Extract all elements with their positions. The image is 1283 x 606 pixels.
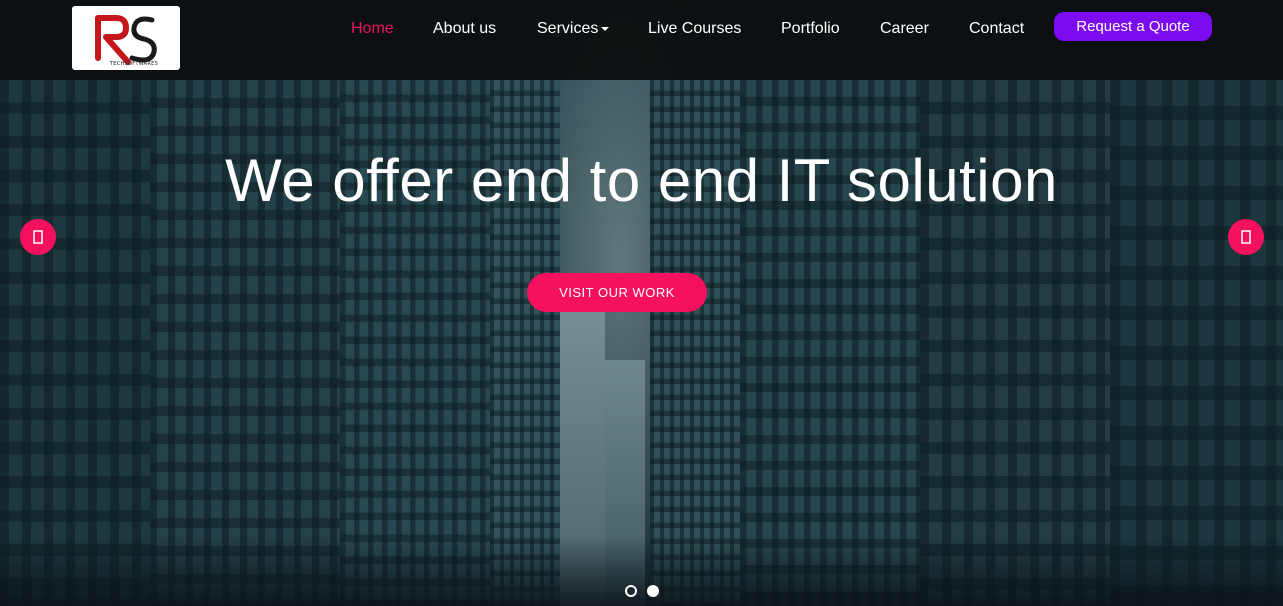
nav-item-services-label: Services	[537, 20, 599, 37]
visit-our-work-button[interactable]: VISIT OUR WORK	[527, 273, 707, 312]
nav-item-portfolio[interactable]: Portfolio	[781, 20, 840, 38]
nav-item-contact[interactable]: Contact	[969, 20, 1024, 38]
carousel-dot-2[interactable]	[647, 585, 659, 597]
carousel-indicators	[625, 585, 665, 597]
request-quote-button[interactable]: Request a Quote	[1054, 12, 1212, 41]
carousel-prev-button[interactable]	[20, 219, 56, 255]
chevron-right-icon	[1241, 230, 1251, 244]
chevron-left-icon	[33, 230, 43, 244]
nav-item-live-courses[interactable]: Live Courses	[648, 20, 741, 38]
hero-headline: We offer end to end IT solution	[225, 147, 1058, 214]
navbar: TECHSOFTWARES Home About us Services Liv…	[0, 0, 1283, 80]
site-logo[interactable]: TECHSOFTWARES	[72, 6, 180, 70]
caret-down-icon	[601, 26, 610, 31]
nav-item-about-us[interactable]: About us	[433, 20, 496, 38]
carousel-next-button[interactable]	[1228, 219, 1264, 255]
nav-item-services[interactable]: Services	[537, 20, 610, 38]
carousel-dot-1[interactable]	[625, 585, 637, 597]
nav-item-home[interactable]: Home	[351, 20, 394, 38]
logo-text: TECHSOFTWARES	[109, 61, 159, 67]
nav-item-career[interactable]: Career	[880, 20, 929, 38]
